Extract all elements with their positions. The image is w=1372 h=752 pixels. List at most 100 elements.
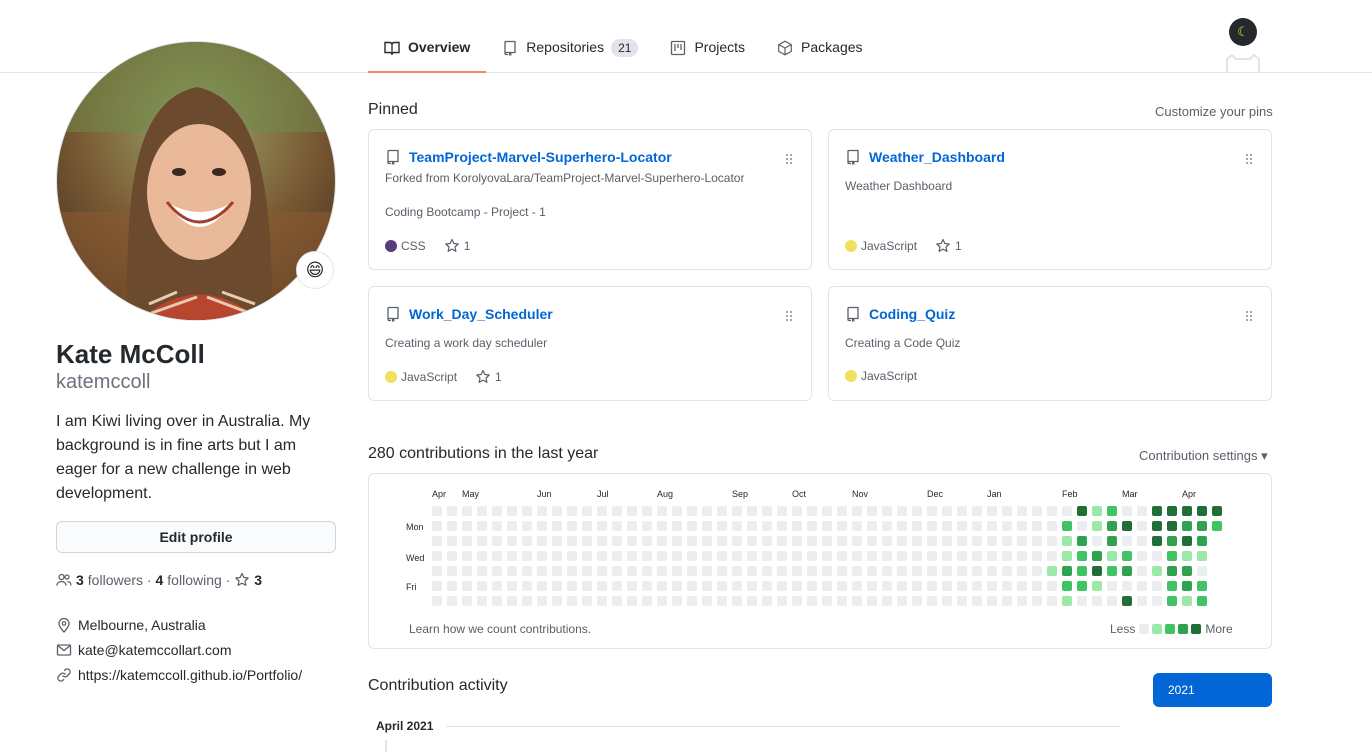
contribution-day[interactable] [942,551,952,561]
contribution-day[interactable] [1137,506,1147,516]
contribution-day[interactable] [537,566,547,576]
contribution-day[interactable] [462,581,472,591]
contribution-day[interactable] [987,551,997,561]
contribution-day[interactable] [912,536,922,546]
contribution-day[interactable] [942,596,952,606]
contribution-day[interactable] [1002,596,1012,606]
contribution-day[interactable] [882,581,892,591]
contribution-day[interactable] [882,536,892,546]
contribution-day[interactable] [717,521,727,531]
avatar[interactable] [56,41,336,321]
contribution-day[interactable] [522,506,532,516]
contribution-day[interactable] [747,521,757,531]
contribution-day[interactable] [672,536,682,546]
contribution-day[interactable] [462,551,472,561]
contribution-day[interactable] [1197,566,1207,576]
contribution-day[interactable] [1152,581,1162,591]
contribution-day[interactable] [942,566,952,576]
contribution-day[interactable] [792,536,802,546]
contribution-day[interactable] [627,596,637,606]
contribution-day[interactable] [1167,581,1177,591]
pinned-repo-link[interactable]: Coding_Quiz [845,306,955,322]
contribution-day[interactable] [597,536,607,546]
contribution-day[interactable] [432,566,442,576]
contribution-day[interactable] [672,506,682,516]
contribution-day[interactable] [912,506,922,516]
contribution-day[interactable] [477,506,487,516]
contribution-day[interactable] [1002,521,1012,531]
contribution-day[interactable] [852,521,862,531]
contribution-day[interactable] [1182,536,1192,546]
contribution-day[interactable] [492,521,502,531]
contribution-day[interactable] [447,536,457,546]
following-count[interactable]: 4 [156,572,164,588]
contribution-day[interactable] [687,536,697,546]
contribution-day[interactable] [507,521,517,531]
contribution-day[interactable] [717,581,727,591]
pinned-repo-link[interactable]: TeamProject-Marvel-Superhero-Locator [385,149,672,165]
contribution-day[interactable] [762,536,772,546]
contribution-day[interactable] [657,521,667,531]
contribution-day[interactable] [612,536,622,546]
contribution-day[interactable] [1017,566,1027,576]
drag-handle-icon[interactable] [785,152,793,170]
contribution-day[interactable] [987,521,997,531]
contribution-day[interactable] [1137,536,1147,546]
contribution-day[interactable] [522,551,532,561]
contribution-day[interactable] [1122,551,1132,561]
contribution-day[interactable] [627,566,637,576]
contribution-day[interactable] [807,506,817,516]
contribution-day[interactable] [747,581,757,591]
contribution-day[interactable] [837,506,847,516]
contribution-day[interactable] [1032,566,1042,576]
followers-link[interactable]: followers [88,572,143,588]
contribution-day[interactable] [747,536,757,546]
contribution-day[interactable] [867,566,877,576]
contribution-day[interactable] [597,551,607,561]
contribution-day[interactable] [732,566,742,576]
contribution-day[interactable] [1077,596,1087,606]
contribution-day[interactable] [1152,566,1162,576]
contribution-day[interactable] [867,581,877,591]
tab-projects[interactable]: Projects [654,22,761,73]
contribution-day[interactable] [822,521,832,531]
contribution-day[interactable] [1182,581,1192,591]
contribution-day[interactable] [792,566,802,576]
contribution-day[interactable] [927,566,937,576]
contribution-day[interactable] [522,581,532,591]
contribution-day[interactable] [957,521,967,531]
contribution-day[interactable] [972,521,982,531]
contribution-day[interactable] [852,581,862,591]
contribution-day[interactable] [702,581,712,591]
contribution-day[interactable] [1047,551,1057,561]
contribution-day[interactable] [1047,536,1057,546]
stars-count[interactable]: 3 [254,572,262,588]
contribution-day[interactable] [927,521,937,531]
contribution-day[interactable] [762,521,772,531]
drag-handle-icon[interactable] [785,309,793,327]
contribution-day[interactable] [927,536,937,546]
contribution-day[interactable] [912,596,922,606]
contribution-day[interactable] [837,521,847,531]
contribution-day[interactable] [552,566,562,576]
contribution-day[interactable] [1047,581,1057,591]
contribution-day[interactable] [462,566,472,576]
contribution-day[interactable] [912,551,922,561]
contribution-day[interactable] [1122,506,1132,516]
contribution-day[interactable] [987,581,997,591]
contribution-day[interactable] [987,506,997,516]
contribution-day[interactable] [1077,521,1087,531]
contribution-settings-dropdown[interactable]: Contribution settings ▾ [1139,448,1268,464]
contribution-day[interactable] [432,581,442,591]
stargazers-link[interactable]: 1 [935,238,962,254]
contribution-day[interactable] [537,506,547,516]
contribution-day[interactable] [567,536,577,546]
contribution-day[interactable] [507,566,517,576]
contribution-day[interactable] [762,566,772,576]
contribution-day[interactable] [1032,581,1042,591]
contribution-day[interactable] [1017,581,1027,591]
contribution-day[interactable] [612,506,622,516]
contribution-day[interactable] [837,581,847,591]
contribution-day[interactable] [627,536,637,546]
contribution-day[interactable] [672,581,682,591]
